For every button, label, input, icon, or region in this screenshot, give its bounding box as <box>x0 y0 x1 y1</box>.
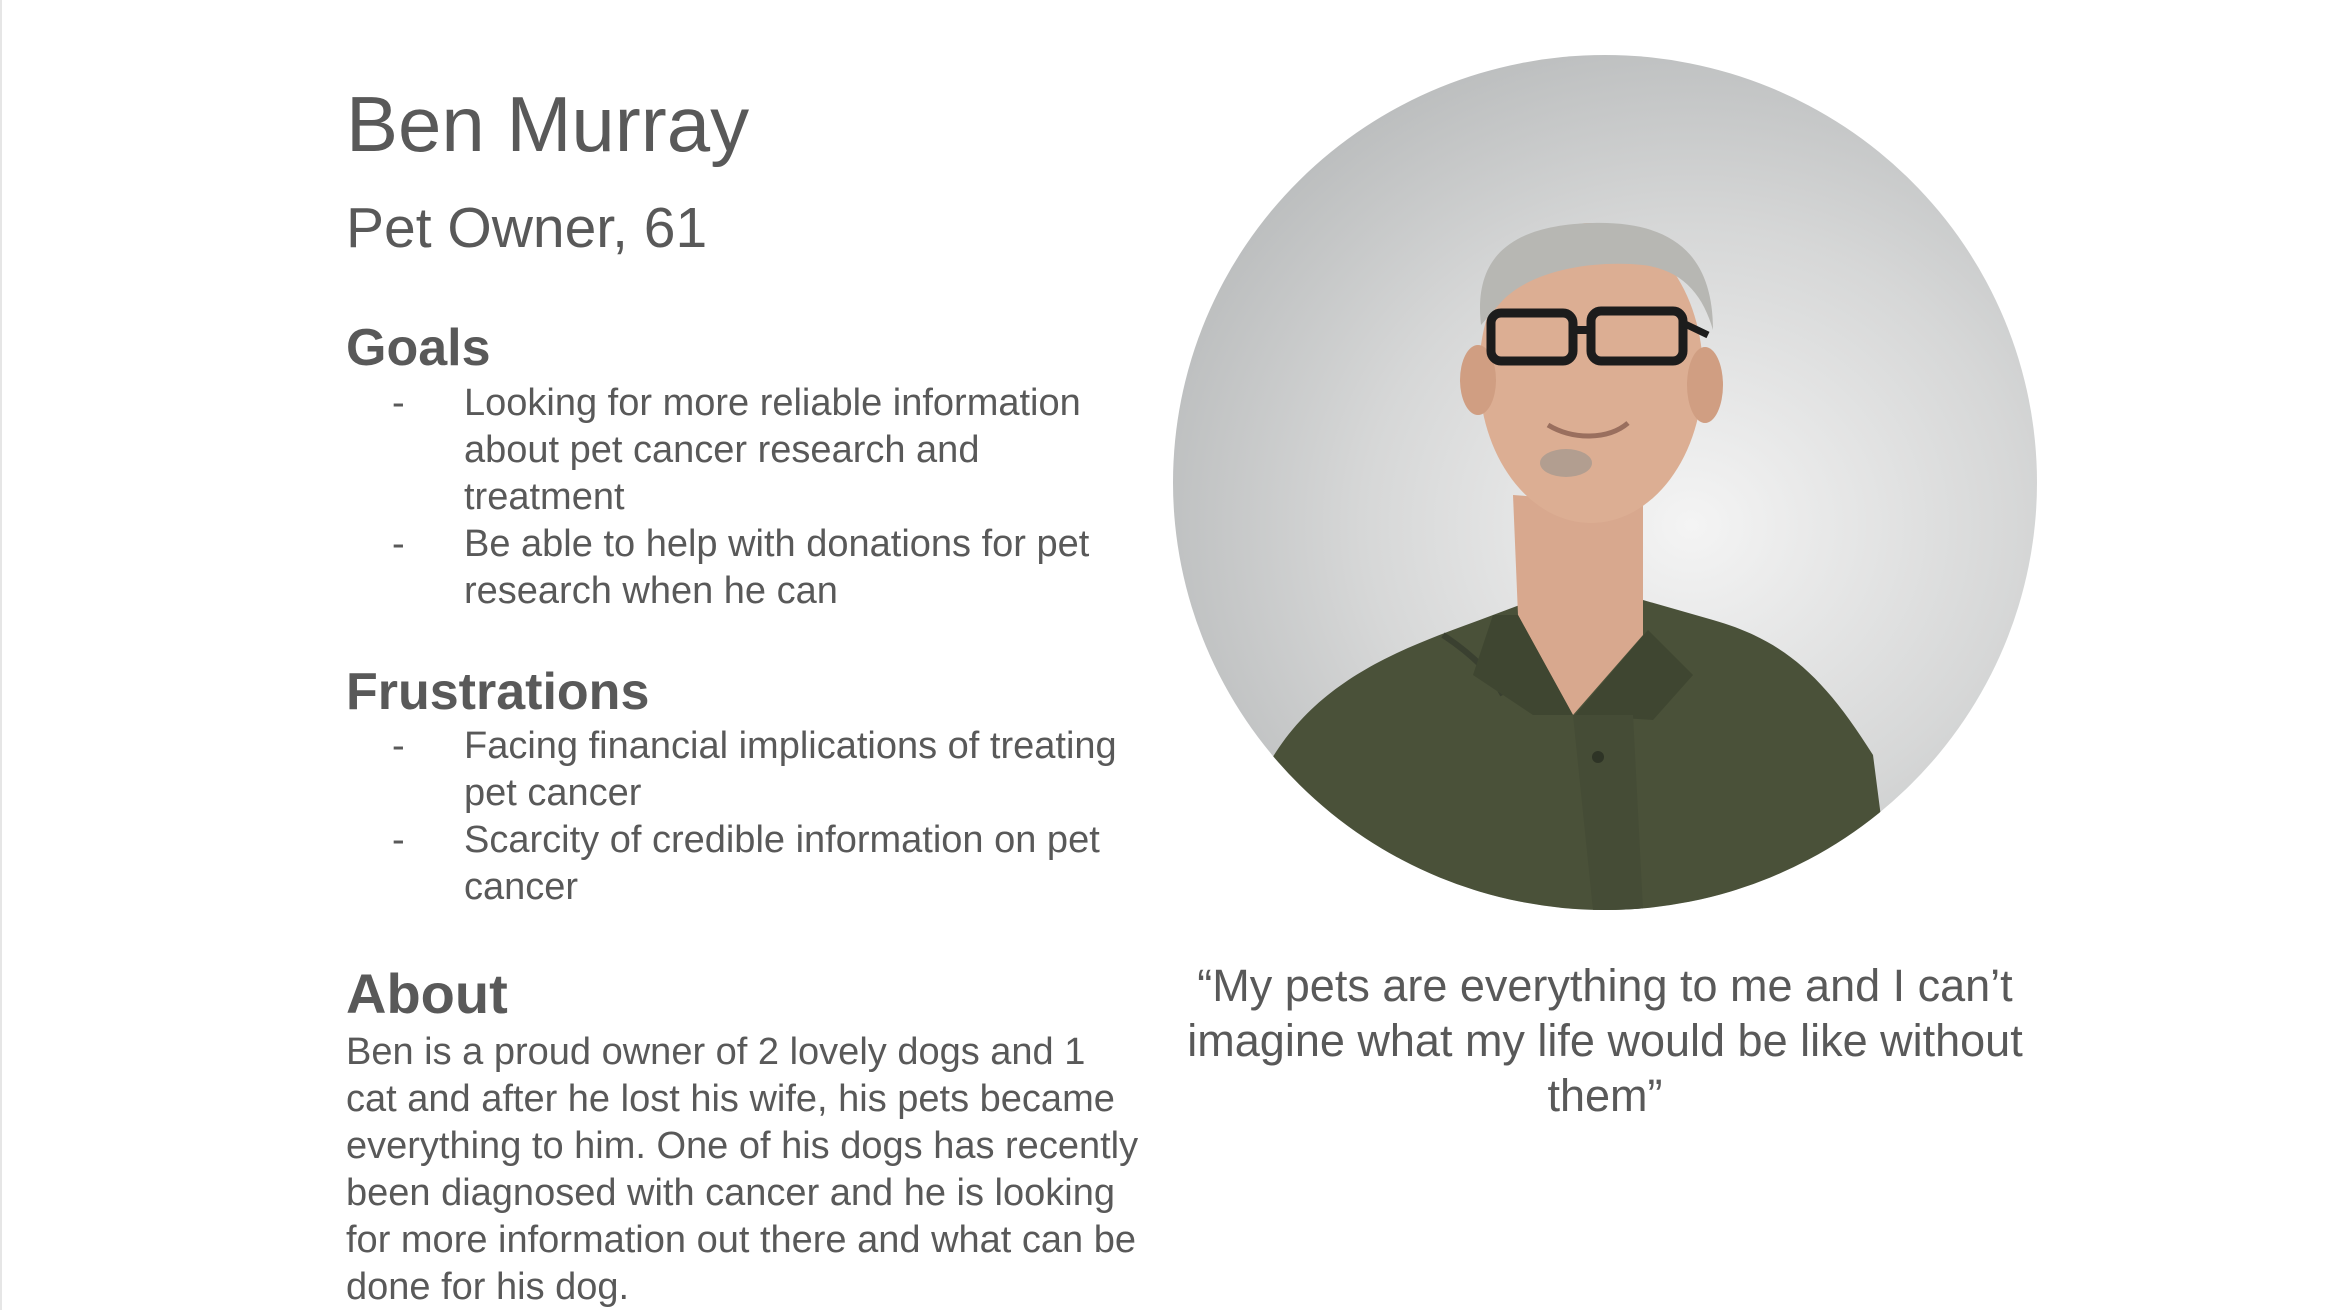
about-heading: About <box>346 962 508 1025</box>
persona-photo <box>1173 55 2037 910</box>
goals-heading: Goals <box>346 319 491 377</box>
frustration-text: Scarcity of credible information on pet … <box>464 819 1100 908</box>
frustration-text: Facing financial implications of treatin… <box>464 725 1117 814</box>
bullet-dash: - <box>392 523 405 565</box>
persona-slide: Ben Murray Pet Owner, 61 Goals - Looking … <box>0 0 2334 1310</box>
slide-edge <box>0 0 2 1310</box>
list-item: - Facing financial implications of treati… <box>346 723 1136 817</box>
goal-text: Looking for more reliable information ab… <box>464 382 1081 518</box>
persona-role: Pet Owner, 61 <box>346 196 708 260</box>
persona-quote: “My pets are everything to me and I can’… <box>1187 960 2023 1121</box>
bullet-dash: - <box>392 819 405 861</box>
goal-text: Be able to help with donations for pet r… <box>464 523 1090 612</box>
goals-list: - Looking for more reliable information a… <box>346 380 1136 615</box>
list-item: - Looking for more reliable information a… <box>346 380 1136 521</box>
about-text: Ben is a proud owner of 2 lovely dogs an… <box>346 1031 1139 1308</box>
bullet-dash: - <box>392 382 405 424</box>
persona-photo-illustration <box>1233 222 1893 910</box>
bullet-dash: - <box>392 725 405 767</box>
frustrations-heading: Frustrations <box>346 663 650 721</box>
list-item: - Be able to help with donations for pet … <box>346 521 1136 615</box>
frustrations-list: - Facing financial implications of treati… <box>346 723 1136 911</box>
list-item: - Scarcity of credible information on pet… <box>346 817 1136 911</box>
persona-name: Ben Murray <box>346 80 750 168</box>
